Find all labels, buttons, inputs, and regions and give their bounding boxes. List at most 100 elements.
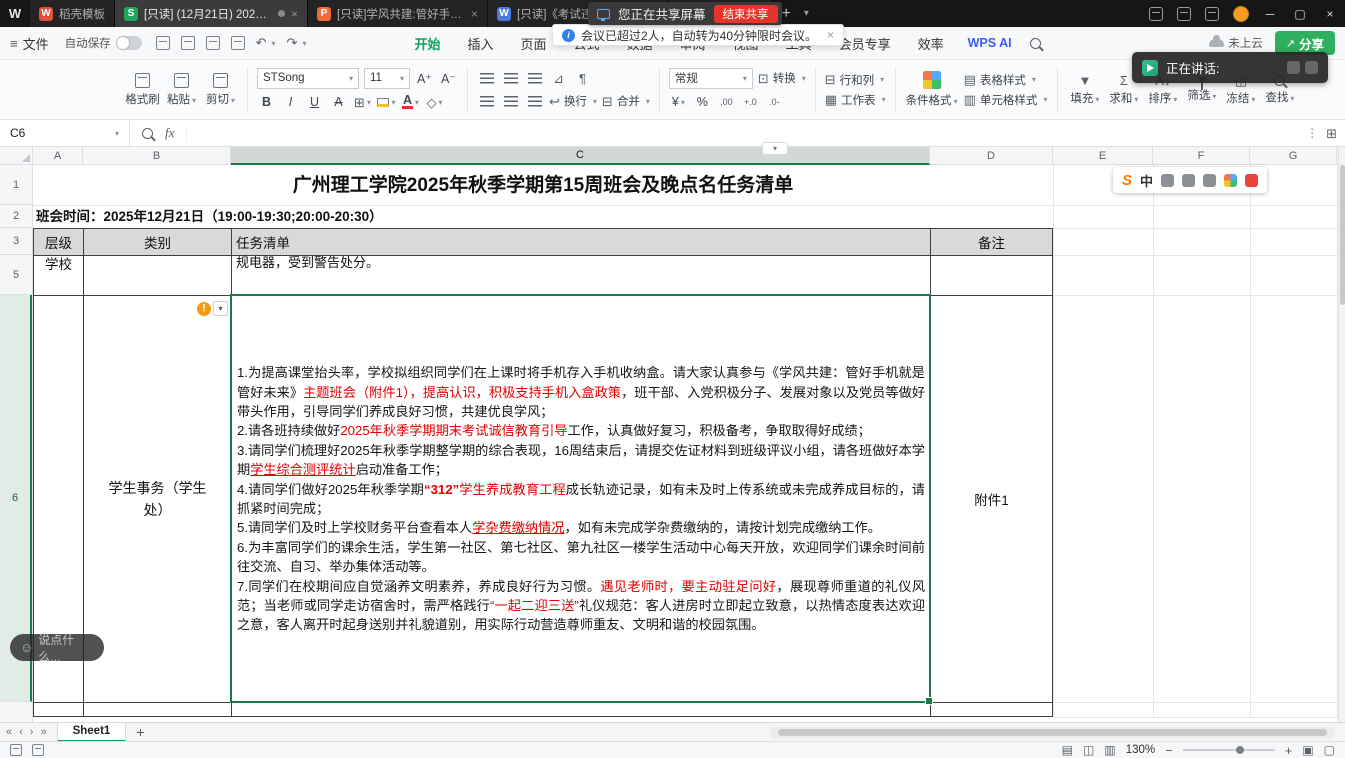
column-header-d[interactable]: D	[930, 147, 1053, 165]
layout-icon[interactable]	[1177, 7, 1191, 21]
sheet-tab-sheet1[interactable]: Sheet1	[57, 723, 127, 742]
capture-icon[interactable]	[1149, 7, 1163, 21]
insert-function-button[interactable]: fx	[165, 125, 174, 141]
font-color-button[interactable]: A	[401, 93, 420, 112]
save-icon[interactable]	[156, 36, 170, 50]
first-sheet-icon[interactable]: «	[6, 726, 12, 738]
macro-record-icon[interactable]	[10, 744, 22, 756]
formula-input[interactable]	[187, 120, 1298, 146]
column-header-a[interactable]: A	[33, 147, 83, 165]
tab-presentation-doc[interactable]: P [只读]学风共建:管好手机就是管... ×	[308, 0, 488, 27]
toast-close-icon[interactable]: ×	[827, 28, 834, 42]
orientation-button[interactable]: ⊿	[549, 69, 568, 88]
font-family-select[interactable]: STSong▾	[257, 68, 359, 89]
undo-caret-icon[interactable]: ▾	[272, 39, 276, 48]
zoom-slider-knob[interactable]	[1236, 746, 1244, 754]
cell-c6-richtext[interactable]: 1.为提高课堂抬头率，学校拟组织同学们在上课时将手机存入手机收纳盒。请大家认真参…	[232, 296, 931, 703]
ime-keyboard-icon[interactable]	[1203, 174, 1216, 187]
sidebar-toggle-icon[interactable]: ⊞	[1326, 127, 1337, 140]
column-header-e[interactable]: E	[1053, 147, 1153, 165]
cell-d5-empty[interactable]	[931, 256, 1052, 296]
cell-meeting-time[interactable]: 班会时间：2025年12月21日（19:00-19:30;20:00-20:30…	[36, 205, 1051, 228]
cell-sheet-title[interactable]: 广州理工学院2025年秋季学期第15周班会及晚点名任务清单	[33, 165, 1053, 205]
convert-button[interactable]: ⊡转换	[758, 70, 806, 86]
user-avatar[interactable]	[1233, 6, 1249, 22]
cell-d7-empty[interactable]	[931, 703, 1052, 716]
bold-button[interactable]: B	[257, 93, 276, 112]
clear-format-button[interactable]: ◇	[425, 93, 444, 112]
vertical-scrollbar[interactable]	[1338, 147, 1345, 722]
tab-page[interactable]: 页面	[520, 34, 546, 53]
autosave-toggle[interactable]	[116, 36, 142, 50]
next-sheet-icon[interactable]: ›	[30, 726, 34, 738]
meeting-chat-input[interactable]: ☺ 说点什么...	[10, 634, 104, 661]
emoji-icon[interactable]: ☺	[20, 640, 33, 655]
row-header-2[interactable]: 2	[0, 205, 32, 228]
align-left-button[interactable]	[477, 92, 496, 111]
redo-caret-icon[interactable]: ▾	[302, 39, 306, 48]
grow-font-button[interactable]: A⁺	[415, 69, 434, 88]
last-sheet-icon[interactable]: »	[40, 726, 46, 738]
strikethrough-button[interactable]: A	[329, 93, 348, 112]
prev-sheet-icon[interactable]: ‹	[19, 726, 23, 738]
cell-c5-clipped[interactable]: 规电器，受到警告处分。	[232, 256, 931, 296]
tab-home[interactable]: 开始	[414, 34, 440, 53]
wps-logo[interactable]: W	[0, 0, 30, 27]
cell-header-category[interactable]: 类别	[84, 229, 232, 256]
ime-skin-icon[interactable]	[1245, 174, 1258, 187]
shrink-font-button[interactable]: A⁻	[439, 69, 458, 88]
ime-mic-icon[interactable]	[1182, 174, 1195, 187]
indent-button[interactable]: ¶	[573, 69, 592, 88]
ime-pen-icon[interactable]	[1161, 174, 1174, 187]
error-checking-chip[interactable]: ! ▾	[197, 301, 228, 316]
ime-language-mode[interactable]: 中	[1140, 171, 1153, 190]
wps-ai-button[interactable]: WPS AI	[968, 36, 1012, 50]
column-header-f[interactable]: F	[1153, 147, 1250, 165]
close-tab-icon[interactable]: ×	[471, 7, 478, 21]
borders-button[interactable]: ⊞	[353, 93, 372, 112]
cell-c7-empty[interactable]	[232, 703, 931, 716]
horizontal-scrollbar[interactable]	[770, 727, 1335, 738]
zoom-in-button[interactable]: +	[1285, 743, 1293, 758]
vertical-scroll-thumb[interactable]	[1340, 165, 1345, 305]
comma-style-button[interactable]: ,00	[717, 93, 736, 112]
page-break-view-icon[interactable]: ▥	[1104, 743, 1115, 757]
autosave-control[interactable]: 自动保存	[65, 35, 142, 51]
end-share-button[interactable]: 结束共享	[714, 5, 778, 23]
sogou-logo[interactable]: S	[1122, 172, 1132, 189]
horizontal-scroll-thumb[interactable]	[778, 729, 1327, 736]
percent-button[interactable]: %	[693, 93, 712, 112]
ime-toolbox-icon[interactable]	[1224, 174, 1237, 187]
wrap-text-button[interactable]: ↩换行	[549, 93, 597, 109]
fit-window-icon[interactable]: ▣	[1302, 743, 1313, 757]
customize-icon[interactable]	[231, 36, 245, 50]
undo-icon[interactable]: ↶	[256, 35, 267, 51]
formula-search-icon[interactable]	[142, 128, 153, 139]
cloud-sync-status[interactable]: 未上云	[1209, 35, 1263, 51]
name-box[interactable]: C6 ▾	[0, 120, 130, 146]
tab-docer[interactable]: W 稻壳模板	[30, 0, 115, 27]
cell-school[interactable]: 学校	[34, 256, 84, 296]
worksheet-button[interactable]: ▦工作表	[825, 92, 886, 108]
format-painter-button[interactable]: 格式刷	[124, 73, 161, 107]
cell-style-button[interactable]: ▥单元格样式	[964, 92, 1048, 108]
row-header-3[interactable]: 3	[0, 228, 32, 255]
align-middle-button[interactable]	[501, 69, 520, 88]
fullscreen-icon[interactable]: ▢	[1324, 743, 1335, 757]
row-header-5[interactable]: 5	[0, 255, 32, 295]
minimize-button[interactable]: ─	[1255, 0, 1285, 27]
fill-button[interactable]: ▼ 填充	[1066, 74, 1103, 106]
cell-b7-empty[interactable]	[84, 703, 232, 716]
paste-button[interactable]: 粘贴	[163, 73, 200, 107]
accessibility-icon[interactable]	[32, 744, 44, 756]
align-bottom-button[interactable]	[525, 69, 544, 88]
maximize-button[interactable]: ▢	[1285, 0, 1315, 27]
zoom-out-button[interactable]: −	[1165, 743, 1173, 758]
tab-current-spreadsheet[interactable]: S [只读] (12月21日) 2025年... ×	[115, 0, 308, 27]
increase-decimal-button[interactable]: +.0	[741, 93, 760, 112]
print-icon[interactable]	[181, 36, 195, 50]
column-header-g[interactable]: G	[1250, 147, 1337, 165]
tab-insert[interactable]: 插入	[467, 34, 493, 53]
search-icon[interactable]	[1030, 38, 1041, 49]
add-sheet-button[interactable]: +	[126, 724, 154, 740]
